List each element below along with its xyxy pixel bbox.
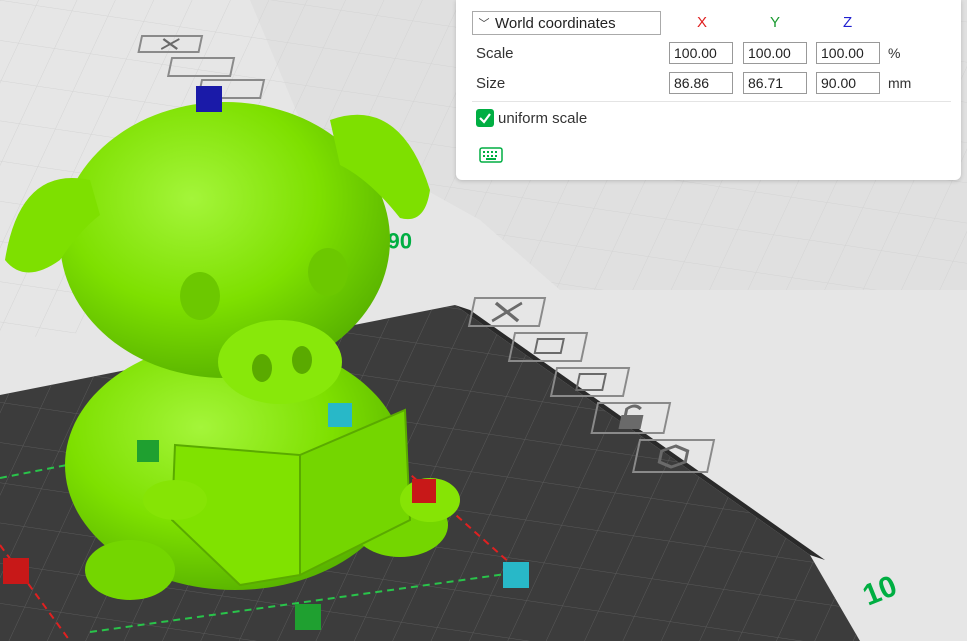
scale-handle-x[interactable] bbox=[412, 479, 436, 503]
coordinate-system-value: World coordinates bbox=[495, 14, 616, 32]
scale-x-input[interactable] bbox=[669, 42, 733, 64]
size-unit: mm bbox=[888, 75, 912, 91]
scale-label: Scale bbox=[476, 45, 514, 62]
checkmark-icon bbox=[479, 113, 491, 124]
scale-y-input[interactable] bbox=[743, 42, 807, 64]
chevron-down-icon: ﹀ bbox=[478, 18, 490, 30]
scale-z-input[interactable] bbox=[816, 42, 880, 64]
uniform-scale-label: uniform scale bbox=[498, 110, 588, 127]
scale-handle-x[interactable] bbox=[3, 558, 29, 584]
axis-label-y: Y bbox=[770, 14, 781, 31]
uniform-scale-checkbox[interactable] bbox=[476, 109, 494, 127]
axis-label-x: X bbox=[697, 14, 708, 31]
keyboard-icon[interactable] bbox=[479, 147, 503, 163]
scale-handle-y[interactable] bbox=[137, 440, 159, 462]
scale-panel: ﹀ World coordinates X Y Z Scale % Size m… bbox=[456, 0, 961, 180]
size-x-input[interactable] bbox=[669, 72, 733, 94]
scale-unit: % bbox=[888, 45, 901, 61]
plate-number-far: 06 bbox=[388, 228, 412, 253]
panel-divider bbox=[472, 101, 951, 102]
scale-handle-corner[interactable] bbox=[503, 562, 529, 588]
coordinate-system-dropdown[interactable]: ﹀ World coordinates bbox=[472, 11, 661, 35]
size-y-input[interactable] bbox=[743, 72, 807, 94]
scale-handle-y[interactable] bbox=[295, 604, 321, 630]
scale-handle-corner[interactable] bbox=[328, 403, 352, 427]
axis-label-z: Z bbox=[843, 14, 853, 31]
size-z-input[interactable] bbox=[816, 72, 880, 94]
scale-handle-z[interactable] bbox=[196, 86, 222, 112]
size-label: Size bbox=[476, 75, 506, 92]
